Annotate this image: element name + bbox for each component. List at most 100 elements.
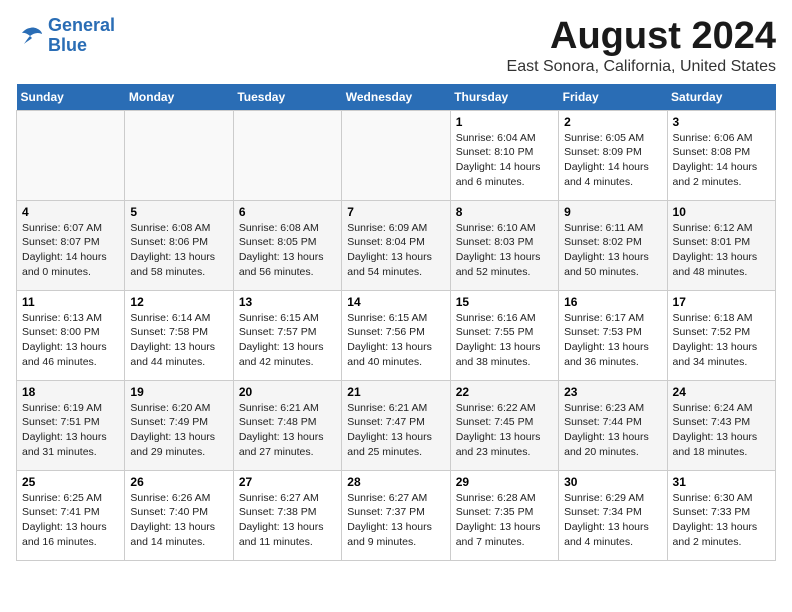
day-info: Sunrise: 6:27 AMSunset: 7:38 PMDaylight:…	[239, 491, 336, 550]
col-header-wednesday: Wednesday	[342, 84, 450, 111]
calendar-cell	[125, 110, 233, 200]
day-number: 12	[130, 295, 227, 309]
calendar-cell: 6 Sunrise: 6:08 AMSunset: 8:05 PMDaylight…	[233, 200, 341, 290]
day-number: 11	[22, 295, 119, 309]
day-number: 4	[22, 205, 119, 219]
day-info: Sunrise: 6:22 AMSunset: 7:45 PMDaylight:…	[456, 401, 553, 460]
day-number: 21	[347, 385, 444, 399]
day-number: 24	[673, 385, 770, 399]
calendar-cell: 30 Sunrise: 6:29 AMSunset: 7:34 PMDayligh…	[559, 470, 667, 560]
day-info: Sunrise: 6:18 AMSunset: 7:52 PMDaylight:…	[673, 311, 770, 370]
calendar-cell: 2Sunrise: 6:05 AMSunset: 8:09 PMDaylight…	[559, 110, 667, 200]
calendar-cell: 28Sunrise: 6:27 AMSunset: 7:37 PMDayligh…	[342, 470, 450, 560]
calendar-cell	[17, 110, 125, 200]
week-row-5: 25Sunrise: 6:25 AMSunset: 7:41 PMDayligh…	[17, 470, 776, 560]
col-header-tuesday: Tuesday	[233, 84, 341, 111]
calendar-cell: 9 Sunrise: 6:11 AMSunset: 8:02 PMDaylight…	[559, 200, 667, 290]
day-number: 8	[456, 205, 553, 219]
day-number: 13	[239, 295, 336, 309]
week-row-1: 1 Sunrise: 6:04 AMSunset: 8:10 PMDaylight…	[17, 110, 776, 200]
subtitle: East Sonora, California, United States	[507, 58, 776, 76]
day-info: Sunrise: 6:04 AMSunset: 8:10 PMDaylight:…	[456, 131, 553, 190]
calendar-cell	[342, 110, 450, 200]
day-number: 15	[456, 295, 553, 309]
header-row: SundayMondayTuesdayWednesdayThursdayFrid…	[17, 84, 776, 111]
day-number: 9	[564, 205, 661, 219]
calendar-cell: 3 Sunrise: 6:06 AMSunset: 8:08 PMDaylight…	[667, 110, 775, 200]
day-info: Sunrise: 6:14 AMSunset: 7:58 PMDaylight:…	[130, 311, 227, 370]
calendar-cell: 11 Sunrise: 6:13 AMSunset: 8:00 PMDayligh…	[17, 290, 125, 380]
day-number: 19	[130, 385, 227, 399]
week-row-3: 11 Sunrise: 6:13 AMSunset: 8:00 PMDayligh…	[17, 290, 776, 380]
day-number: 23	[564, 385, 661, 399]
day-number: 1	[456, 115, 553, 129]
day-number: 30	[564, 475, 661, 489]
title-section: August 2024 East Sonora, California, Uni…	[507, 16, 776, 76]
calendar-cell: 12 Sunrise: 6:14 AMSunset: 7:58 PMDayligh…	[125, 290, 233, 380]
day-info: Sunrise: 6:29 AMSunset: 7:34 PMDaylight:…	[564, 491, 661, 550]
day-number: 5	[130, 205, 227, 219]
logo-text: General Blue	[48, 16, 115, 56]
day-info: Sunrise: 6:11 AMSunset: 8:02 PMDaylight:…	[564, 221, 661, 280]
calendar-cell: 4 Sunrise: 6:07 AMSunset: 8:07 PMDaylight…	[17, 200, 125, 290]
calendar-cell: 17 Sunrise: 6:18 AMSunset: 7:52 PMDayligh…	[667, 290, 775, 380]
page-header: General Blue August 2024 East Sonora, Ca…	[16, 16, 776, 76]
day-info: Sunrise: 6:30 AMSunset: 7:33 PMDaylight:…	[673, 491, 770, 550]
day-number: 20	[239, 385, 336, 399]
day-info: Sunrise: 6:23 AMSunset: 7:44 PMDaylight:…	[564, 401, 661, 460]
day-info: Sunrise: 6:15 AMSunset: 7:57 PMDaylight:…	[239, 311, 336, 370]
col-header-saturday: Saturday	[667, 84, 775, 111]
day-info: Sunrise: 6:05 AMSunset: 8:09 PMDaylight:…	[564, 131, 661, 190]
day-info: Sunrise: 6:20 AMSunset: 7:49 PMDaylight:…	[130, 401, 227, 460]
week-row-4: 18 Sunrise: 6:19 AMSunset: 7:51 PMDayligh…	[17, 380, 776, 470]
day-number: 10	[673, 205, 770, 219]
calendar-cell: 29Sunrise: 6:28 AMSunset: 7:35 PMDayligh…	[450, 470, 558, 560]
calendar-cell: 23 Sunrise: 6:23 AMSunset: 7:44 PMDayligh…	[559, 380, 667, 470]
day-info: Sunrise: 6:10 AMSunset: 8:03 PMDaylight:…	[456, 221, 553, 280]
day-info: Sunrise: 6:07 AMSunset: 8:07 PMDaylight:…	[22, 221, 119, 280]
day-number: 6	[239, 205, 336, 219]
calendar-cell: 8 Sunrise: 6:10 AMSunset: 8:03 PMDaylight…	[450, 200, 558, 290]
day-info: Sunrise: 6:09 AMSunset: 8:04 PMDaylight:…	[347, 221, 444, 280]
calendar-cell: 18 Sunrise: 6:19 AMSunset: 7:51 PMDayligh…	[17, 380, 125, 470]
day-info: Sunrise: 6:19 AMSunset: 7:51 PMDaylight:…	[22, 401, 119, 460]
day-number: 31	[673, 475, 770, 489]
col-header-monday: Monday	[125, 84, 233, 111]
day-number: 18	[22, 385, 119, 399]
day-info: Sunrise: 6:12 AMSunset: 8:01 PMDaylight:…	[673, 221, 770, 280]
logo-icon	[16, 24, 44, 48]
calendar-cell: 1 Sunrise: 6:04 AMSunset: 8:10 PMDaylight…	[450, 110, 558, 200]
calendar-cell: 26Sunrise: 6:26 AMSunset: 7:40 PMDayligh…	[125, 470, 233, 560]
week-row-2: 4 Sunrise: 6:07 AMSunset: 8:07 PMDaylight…	[17, 200, 776, 290]
day-info: Sunrise: 6:15 AMSunset: 7:56 PMDaylight:…	[347, 311, 444, 370]
day-number: 14	[347, 295, 444, 309]
day-number: 26	[130, 475, 227, 489]
calendar-table: SundayMondayTuesdayWednesdayThursdayFrid…	[16, 84, 776, 561]
main-title: August 2024	[507, 16, 776, 58]
day-number: 3	[673, 115, 770, 129]
day-number: 27	[239, 475, 336, 489]
calendar-cell: 14 Sunrise: 6:15 AMSunset: 7:56 PMDayligh…	[342, 290, 450, 380]
day-info: Sunrise: 6:25 AMSunset: 7:41 PMDaylight:…	[22, 491, 119, 550]
day-info: Sunrise: 6:21 AMSunset: 7:48 PMDaylight:…	[239, 401, 336, 460]
day-info: Sunrise: 6:21 AMSunset: 7:47 PMDaylight:…	[347, 401, 444, 460]
calendar-cell: 5 Sunrise: 6:08 AMSunset: 8:06 PMDaylight…	[125, 200, 233, 290]
day-number: 17	[673, 295, 770, 309]
day-info: Sunrise: 6:13 AMSunset: 8:00 PMDaylight:…	[22, 311, 119, 370]
calendar-cell: 21 Sunrise: 6:21 AMSunset: 7:47 PMDayligh…	[342, 380, 450, 470]
calendar-cell	[233, 110, 341, 200]
calendar-cell: 20 Sunrise: 6:21 AMSunset: 7:48 PMDayligh…	[233, 380, 341, 470]
day-number: 29	[456, 475, 553, 489]
day-info: Sunrise: 6:24 AMSunset: 7:43 PMDaylight:…	[673, 401, 770, 460]
day-info: Sunrise: 6:08 AMSunset: 8:06 PMDaylight:…	[130, 221, 227, 280]
calendar-cell: 24 Sunrise: 6:24 AMSunset: 7:43 PMDayligh…	[667, 380, 775, 470]
calendar-cell: 15Sunrise: 6:16 AMSunset: 7:55 PMDayligh…	[450, 290, 558, 380]
calendar-cell: 25Sunrise: 6:25 AMSunset: 7:41 PMDayligh…	[17, 470, 125, 560]
calendar-cell: 27 Sunrise: 6:27 AMSunset: 7:38 PMDayligh…	[233, 470, 341, 560]
day-info: Sunrise: 6:06 AMSunset: 8:08 PMDaylight:…	[673, 131, 770, 190]
day-info: Sunrise: 6:08 AMSunset: 8:05 PMDaylight:…	[239, 221, 336, 280]
calendar-cell: 7Sunrise: 6:09 AMSunset: 8:04 PMDaylight…	[342, 200, 450, 290]
col-header-thursday: Thursday	[450, 84, 558, 111]
calendar-cell: 31 Sunrise: 6:30 AMSunset: 7:33 PMDayligh…	[667, 470, 775, 560]
day-number: 28	[347, 475, 444, 489]
